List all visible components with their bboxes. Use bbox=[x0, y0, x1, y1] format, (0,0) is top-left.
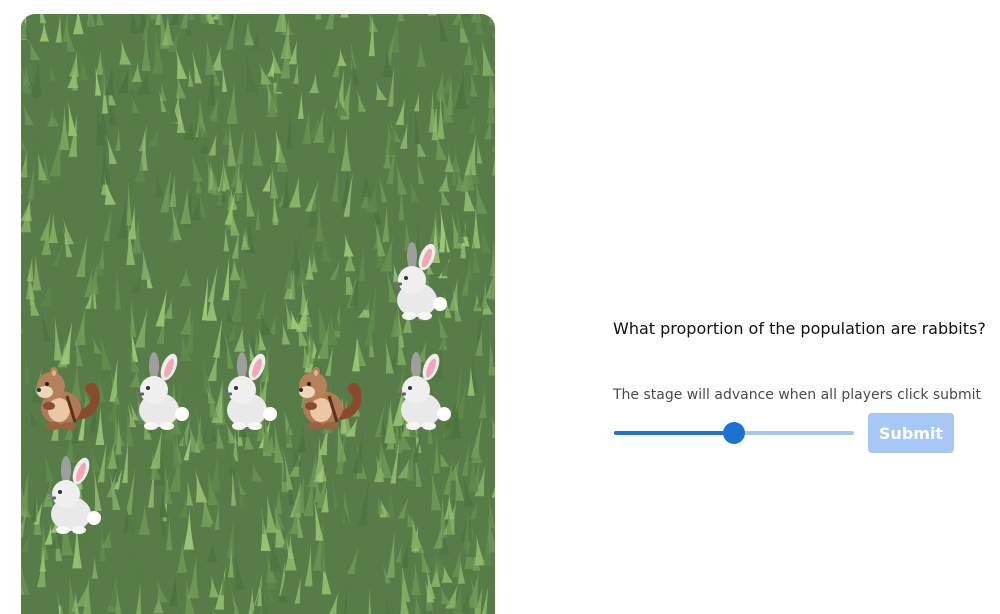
rabbit-ear-left bbox=[411, 352, 421, 380]
rabbit-ear-left bbox=[61, 456, 71, 484]
chipmunk-icon bbox=[37, 367, 100, 430]
grass-field bbox=[21, 14, 495, 614]
animal-rabbit bbox=[35, 454, 119, 538]
animal-rabbit bbox=[385, 350, 469, 434]
chipmunk-icon bbox=[299, 367, 362, 430]
rabbit-icon bbox=[46, 456, 101, 534]
rabbit-icon bbox=[396, 352, 451, 430]
animal-rabbit bbox=[123, 350, 207, 434]
slider-thumb[interactable] bbox=[723, 422, 745, 444]
animal-chipmunk bbox=[23, 350, 107, 434]
proportion-slider[interactable] bbox=[614, 421, 854, 445]
animal-rabbit bbox=[211, 350, 295, 434]
slider-fill bbox=[614, 431, 734, 435]
advance-note: The stage will advance when all players … bbox=[613, 387, 981, 403]
rabbit-icon bbox=[222, 352, 277, 430]
rabbit-ear-left bbox=[407, 242, 417, 270]
rabbit-ear-left bbox=[149, 352, 159, 380]
question-text: What proportion of the population are ra… bbox=[613, 319, 986, 338]
rabbit-ear-left bbox=[237, 352, 247, 380]
rabbit-icon bbox=[392, 242, 447, 320]
submit-button[interactable]: Submit bbox=[868, 413, 954, 453]
animal-rabbit bbox=[381, 240, 465, 324]
rabbit-icon bbox=[134, 352, 189, 430]
animal-chipmunk bbox=[285, 350, 369, 434]
